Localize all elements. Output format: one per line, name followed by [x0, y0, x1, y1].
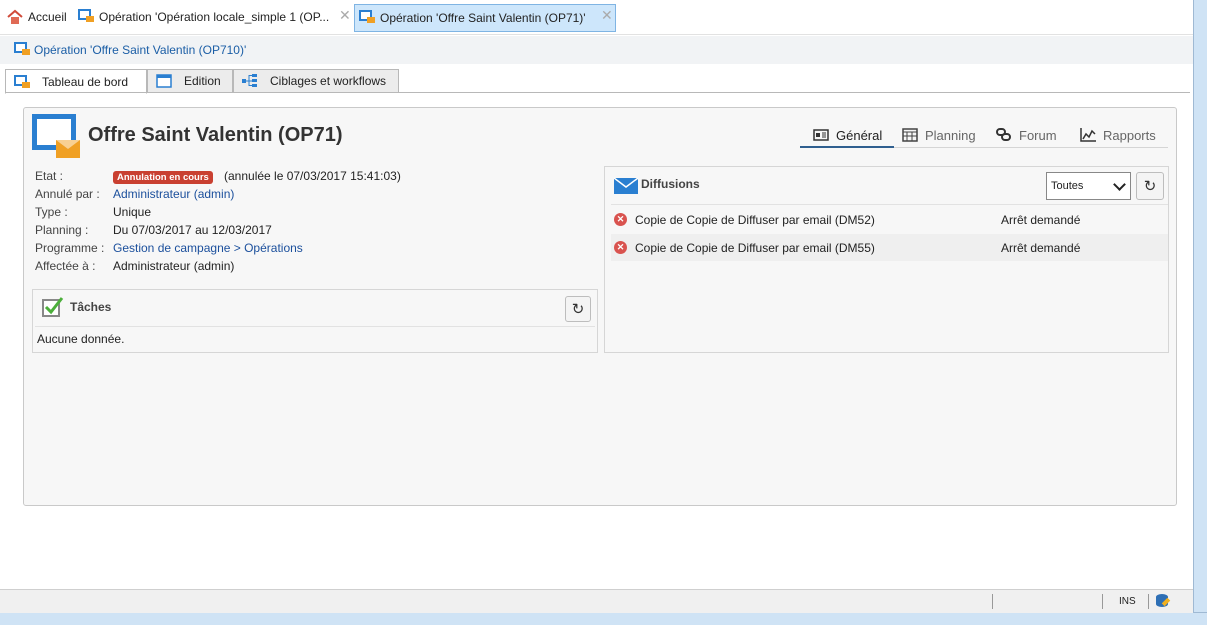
home-icon — [7, 9, 23, 25]
nav-active-indicator — [800, 146, 894, 148]
chevron-down-icon — [1113, 178, 1126, 191]
programme-label: Programme : — [35, 241, 105, 255]
chart-icon — [1080, 128, 1096, 142]
operation-icon — [78, 9, 94, 25]
window-bottom-border — [0, 612, 1207, 625]
status-badge: Annulation en cours — [113, 171, 213, 184]
calendar-icon — [902, 128, 918, 142]
refresh-icon: ↻ — [1143, 178, 1157, 195]
tab-operation-locale[interactable]: Opération 'Opération locale_simple 1 (OP… — [78, 4, 329, 30]
operation-icon — [14, 42, 30, 58]
filter-value: Toutes — [1051, 180, 1084, 192]
operation-icon — [359, 10, 375, 26]
nav-rapports[interactable]: Rapports — [1080, 124, 1156, 146]
tab-tableau-de-bord-label: Tableau de bord — [42, 74, 129, 89]
annule-par-label: Annulé par : — [35, 187, 100, 201]
nav-planning-label: Planning — [925, 127, 976, 143]
status-divider — [1102, 594, 1103, 609]
tab-tableau-de-bord[interactable]: Tableau de bord — [5, 69, 147, 94]
error-icon: ✕ — [614, 241, 627, 254]
planning-value: Du 07/03/2017 au 12/03/2017 — [113, 223, 272, 237]
affectee-value: Administrateur (admin) — [113, 259, 235, 273]
etat-label: Etat : — [35, 169, 64, 183]
tab-ciblages-workflows[interactable]: Ciblages et workflows — [233, 69, 399, 93]
window-right-border — [1193, 0, 1207, 624]
mail-icon — [613, 177, 639, 194]
insert-mode-indicator: INS — [1119, 596, 1136, 607]
top-tab-bar: Accueil Opération 'Opération locale_simp… — [0, 0, 1193, 35]
breadcrumb[interactable]: Opération 'Offre Saint Valentin (OP710)' — [34, 43, 246, 57]
close-tab-icon[interactable]: ✕ — [339, 8, 351, 22]
cancelled-note: (annulée le 07/03/2017 15:41:03) — [224, 169, 401, 183]
database-icon[interactable] — [1156, 594, 1171, 608]
edit-form-icon — [156, 74, 172, 88]
status-divider — [1148, 594, 1149, 609]
breadcrumb-bar: Opération 'Offre Saint Valentin (OP710)' — [0, 36, 1193, 64]
diffusions-filter-select[interactable]: Toutes — [1046, 172, 1131, 200]
status-bar: INS — [0, 589, 1193, 613]
annule-par-link[interactable]: Administrateur (admin) — [113, 187, 234, 201]
nav-general[interactable]: Général — [813, 124, 882, 146]
workflow-icon — [242, 74, 258, 88]
tasks-divider — [35, 326, 595, 327]
diffusions-divider — [611, 204, 1168, 205]
diffusions-title: Diffusions — [641, 177, 700, 191]
planning-label: Planning : — [35, 223, 89, 237]
operation-large-icon — [32, 114, 80, 158]
tasks-refresh-button[interactable]: ↻ — [565, 296, 591, 322]
nav-rapports-label: Rapports — [1103, 127, 1156, 143]
tab-operation-locale-label: Opération 'Opération locale_simple 1 (OP… — [99, 10, 330, 24]
checkbox-icon — [42, 296, 64, 318]
status-divider — [992, 594, 993, 609]
table-row[interactable]: ✕ Copie de Copie de Diffuser par email (… — [611, 234, 1168, 261]
tab-edition[interactable]: Edition — [147, 69, 233, 93]
nav-forum-label: Forum — [1019, 127, 1057, 143]
refresh-icon: ↻ — [571, 301, 585, 318]
table-row[interactable]: ✕ Copie de Copie de Diffuser par email (… — [611, 206, 1168, 233]
programme-link[interactable]: Gestion de campagne > Opérations — [113, 241, 303, 255]
tasks-empty-text: Aucune donnée. — [37, 332, 125, 346]
affectee-label: Affectée à : — [35, 259, 96, 273]
diffusion-status: Arrêt demandé — [1001, 240, 1081, 255]
diffusion-name: Copie de Copie de Diffuser par email (DM… — [635, 212, 875, 227]
type-label: Type : — [35, 205, 68, 219]
tab-edition-label: Edition — [184, 74, 221, 88]
diffusions-refresh-button[interactable]: ↻ — [1136, 172, 1164, 200]
tab-accueil-label: Accueil — [28, 10, 67, 24]
dashboard-icon — [14, 74, 30, 89]
tab-accueil[interactable]: Accueil — [7, 4, 67, 30]
close-tab-icon[interactable]: ✕ — [601, 8, 613, 22]
diffusion-name: Copie de Copie de Diffuser par email (DM… — [635, 240, 875, 255]
tab-offre-saint-valentin-label: Opération 'Offre Saint Valentin (OP71)' — [380, 11, 586, 25]
error-icon: ✕ — [614, 213, 627, 226]
tasks-title: Tâches — [70, 300, 112, 314]
tab-offre-saint-valentin[interactable]: Opération 'Offre Saint Valentin (OP71)' — [354, 4, 616, 32]
tab-divider — [5, 92, 1190, 93]
nav-planning[interactable]: Planning — [902, 124, 976, 146]
nav-general-label: Général — [836, 127, 883, 143]
page-title: Offre Saint Valentin (OP71) — [88, 124, 343, 146]
nav-forum[interactable]: Forum — [996, 124, 1057, 146]
general-icon — [813, 128, 829, 142]
diffusion-status: Arrêt demandé — [1001, 212, 1081, 227]
forum-icon — [996, 128, 1012, 142]
tab-ciblages-workflows-label: Ciblages et workflows — [270, 74, 387, 88]
type-value: Unique — [113, 205, 152, 219]
